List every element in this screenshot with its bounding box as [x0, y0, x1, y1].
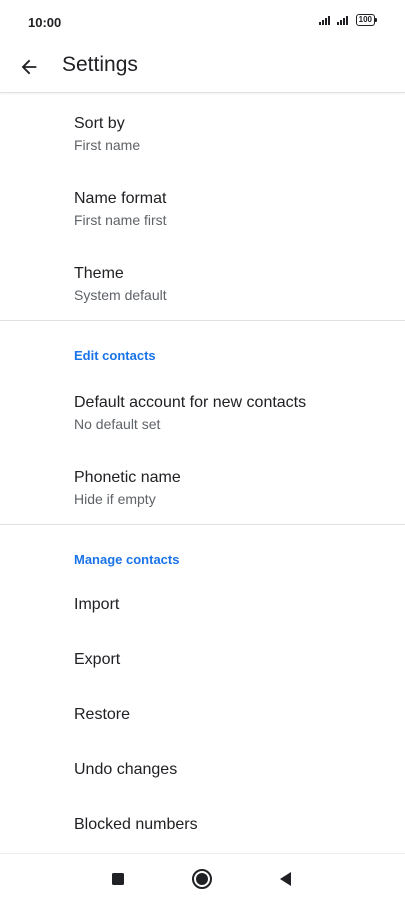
export-label: Export [74, 651, 121, 668]
name-format-item[interactable]: Name format First name first [0, 183, 405, 243]
signal-icon [336, 15, 348, 25]
triangle-back-icon [280, 872, 291, 886]
phonetic-name-title: Phonetic name [74, 469, 181, 486]
sort-by-title: Sort by [74, 115, 125, 132]
manage-contacts-header: Manage contacts [74, 552, 180, 567]
system-nav-bar [0, 853, 405, 903]
sort-by-value: First name [74, 137, 141, 153]
name-format-value: First name first [74, 212, 167, 228]
default-account-title: Default account for new contacts [74, 394, 307, 411]
theme-item[interactable]: Theme System default [0, 258, 405, 318]
export-item[interactable]: Export [0, 640, 405, 680]
blocked-numbers-label: Blocked numbers [74, 816, 198, 833]
status-time: 10:00 [28, 15, 62, 30]
theme-value: System default [74, 287, 167, 303]
back-button[interactable] [14, 52, 44, 82]
arrow-back-icon [21, 59, 37, 75]
signal-icon [318, 15, 330, 25]
circle-icon [192, 869, 212, 889]
undo-changes-label: Undo changes [74, 761, 178, 778]
status-bar: 10:00 100 [0, 0, 405, 44]
name-format-title: Name format [74, 190, 167, 207]
blocked-numbers-item[interactable]: Blocked numbers [0, 805, 405, 845]
page-title: Settings [62, 53, 138, 76]
battery-level: 100 [355, 14, 375, 26]
nav-back-button[interactable] [274, 868, 296, 890]
restore-label: Restore [74, 706, 131, 723]
app-bar: Settings [0, 44, 405, 93]
default-account-item[interactable]: Default account for new contacts No defa… [0, 387, 405, 447]
import-label: Import [74, 596, 120, 613]
status-icons: 100 [318, 14, 377, 26]
recents-button[interactable] [107, 868, 129, 890]
home-button[interactable] [191, 868, 213, 890]
divider [0, 320, 405, 321]
square-icon [112, 873, 124, 885]
phonetic-name-value: Hide if empty [74, 491, 156, 507]
import-item[interactable]: Import [0, 585, 405, 625]
divider [0, 524, 405, 525]
theme-title: Theme [74, 265, 124, 282]
sort-by-item[interactable]: Sort by First name [0, 108, 405, 168]
default-account-value: No default set [74, 416, 161, 432]
undo-changes-item[interactable]: Undo changes [0, 750, 405, 790]
battery-icon: 100 [355, 14, 377, 26]
restore-item[interactable]: Restore [0, 695, 405, 735]
edit-contacts-header: Edit contacts [74, 348, 156, 363]
phonetic-name-item[interactable]: Phonetic name Hide if empty [0, 462, 405, 522]
